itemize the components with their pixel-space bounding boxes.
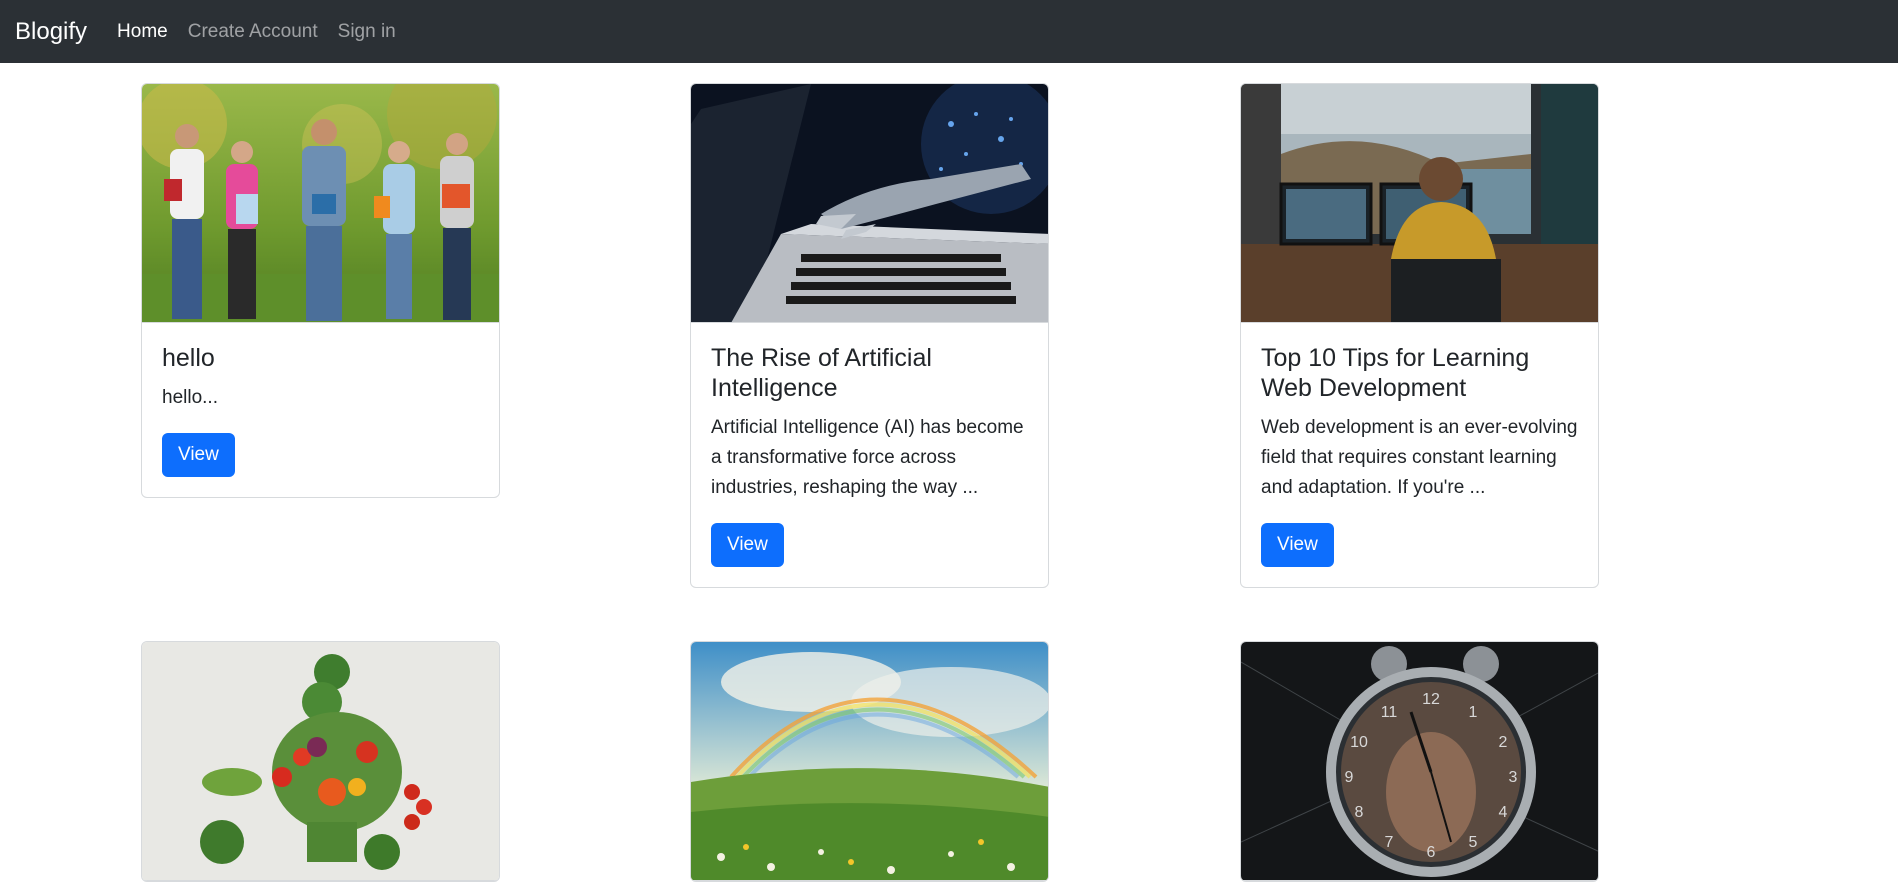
post-title: Top 10 Tips for Learning Web Development: [1261, 344, 1530, 402]
post-excerpt: Web development is an ever-evolving fiel…: [1261, 417, 1578, 498]
post-card: Top 10 Tips for Learning Web Development…: [1240, 83, 1599, 588]
svg-text:6: 6: [1427, 844, 1436, 861]
top-navbar: Blogify Home Create Account Sign in: [0, 0, 1898, 63]
post-image-rainbow: [691, 642, 1048, 881]
post-image-vegetables: [142, 642, 499, 881]
svg-text:4: 4: [1499, 804, 1508, 821]
post-image-ai: [691, 84, 1048, 323]
post-card: 12 1 2 3 4 5 6 7 8 9 10 11: [1240, 641, 1599, 882]
post-card: hello hello... View: [141, 83, 500, 498]
view-post-button[interactable]: View: [162, 433, 235, 477]
svg-text:3: 3: [1509, 769, 1518, 786]
post-card: [141, 641, 500, 882]
svg-text:1: 1: [1469, 704, 1478, 721]
post-title: The Rise of Artificial Intelligence: [711, 344, 932, 402]
svg-text:2: 2: [1499, 734, 1508, 751]
post-excerpt: hello...: [162, 387, 218, 408]
view-post-button[interactable]: View: [1261, 523, 1334, 567]
nav-create-account[interactable]: Create Account: [188, 21, 318, 43]
card-body: The Rise of Artificial Intelligence Arti…: [691, 323, 1048, 587]
post-excerpt: Artificial Intelligence (AI) has become …: [711, 417, 1024, 498]
svg-text:12: 12: [1422, 691, 1440, 708]
post-image-students: [142, 84, 499, 323]
nav-home[interactable]: Home: [117, 21, 168, 43]
svg-text:7: 7: [1385, 834, 1394, 851]
svg-text:5: 5: [1469, 834, 1478, 851]
nav-sign-in[interactable]: Sign in: [338, 21, 396, 43]
view-post-button[interactable]: View: [711, 523, 784, 567]
post-image-developer: [1241, 84, 1598, 323]
brand-logo[interactable]: Blogify: [15, 18, 87, 46]
svg-text:11: 11: [1381, 704, 1398, 721]
svg-text:10: 10: [1350, 734, 1368, 751]
card-body: hello hello... View: [142, 323, 499, 497]
post-card: The Rise of Artificial Intelligence Arti…: [690, 83, 1049, 588]
svg-text:9: 9: [1345, 769, 1354, 786]
svg-text:8: 8: [1355, 804, 1364, 821]
card-body: Top 10 Tips for Learning Web Development…: [1241, 323, 1598, 587]
post-title: hello: [162, 344, 215, 372]
post-card: [690, 641, 1049, 882]
post-image-clock: 12 1 2 3 4 5 6 7 8 9 10 11: [1241, 642, 1598, 881]
